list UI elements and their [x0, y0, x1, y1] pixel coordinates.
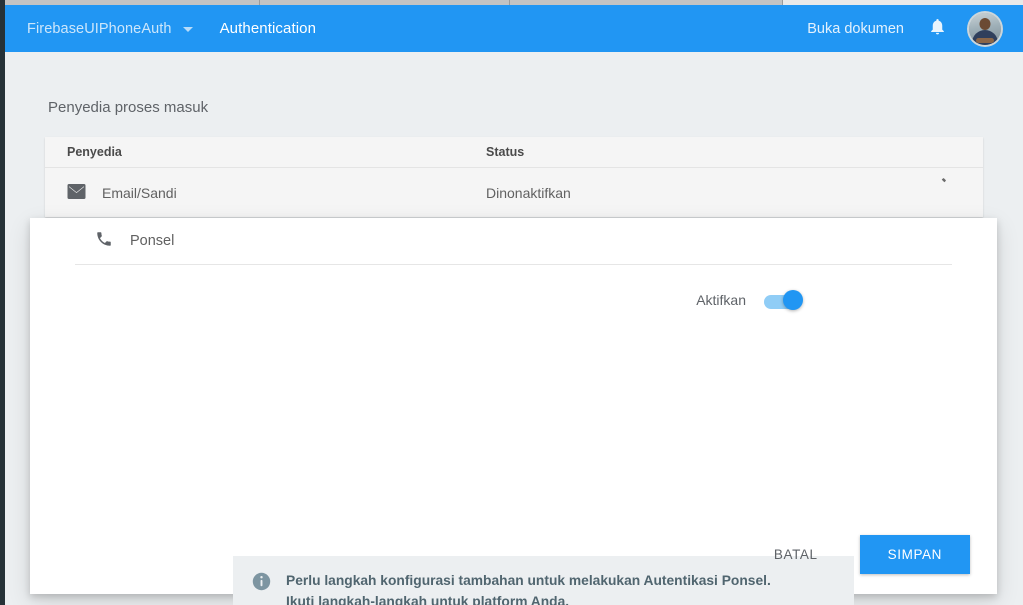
table-row[interactable]: Email/Sandi Dinonaktifkan [45, 168, 983, 217]
left-rail [0, 0, 5, 605]
provider-cell: Email/Sandi [45, 183, 486, 202]
table-header-row: Penyedia Status [45, 137, 983, 168]
section-heading: Penyedia proses masuk [48, 99, 209, 116]
open-docs-link[interactable]: Buka dokumen [807, 21, 904, 37]
avatar-arms [976, 37, 994, 43]
page-title: Authentication [219, 20, 317, 37]
column-header-status: Status [486, 145, 525, 159]
provider-status: Dinonaktifkan [486, 184, 571, 201]
providers-table: Penyedia Status Email/Sandi Dinonaktifka… [45, 137, 983, 217]
card-actions: BATAL SIMPAN [758, 535, 970, 574]
phone-provider-card: Ponsel Aktifkan Perlu langkah konfiguras… [30, 218, 997, 605]
notifications-bell-icon[interactable] [928, 16, 947, 42]
screen-root: FirebaseUIPhoneAuth Authentication Buka … [0, 0, 1023, 605]
avatar[interactable] [967, 10, 1003, 47]
info-banner-content: Perlu langkah konfigurasi tambahan untuk… [252, 570, 838, 605]
enable-toggle-switch[interactable] [764, 290, 803, 310]
card-title: Ponsel [130, 233, 175, 249]
avatar-head [979, 17, 991, 30]
project-selector-label[interactable]: FirebaseUIPhoneAuth [27, 21, 172, 37]
app-bar: FirebaseUIPhoneAuth Authentication Buka … [0, 5, 1023, 52]
phone-handset-icon [95, 230, 113, 253]
email-envelope-icon [67, 183, 86, 202]
provider-name: Email/Sandi [102, 184, 177, 201]
info-circle-icon [252, 572, 271, 596]
cancel-button[interactable]: BATAL [758, 538, 834, 571]
enable-toggle-label: Aktifkan [696, 292, 746, 308]
card-header: Ponsel [30, 218, 997, 264]
app-bar-left-group: FirebaseUIPhoneAuth Authentication [27, 20, 316, 37]
enable-toggle-row: Aktifkan [30, 290, 997, 310]
edit-pencil-icon[interactable] [931, 176, 948, 198]
column-header-provider: Penyedia [67, 145, 122, 159]
app-bar-right-group: Buka dokumen [807, 10, 1003, 47]
card-divider [75, 264, 952, 265]
chevron-down-icon[interactable] [182, 27, 193, 32]
save-button[interactable]: SIMPAN [859, 535, 970, 574]
toggle-thumb [783, 290, 803, 310]
info-banner-text: Perlu langkah konfigurasi tambahan untuk… [286, 573, 771, 605]
